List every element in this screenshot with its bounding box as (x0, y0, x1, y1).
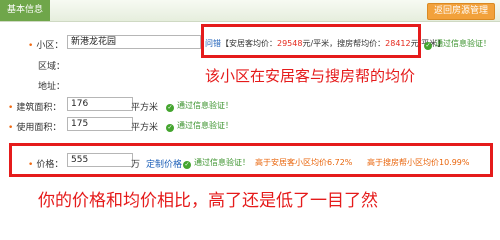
community-label: • 小区： (28, 41, 64, 51)
build-area-ok-message: ✓ 通过信息验证！ (166, 101, 233, 112)
basic-info-tab[interactable]: 基本信息 (0, 0, 51, 21)
avg-price-annotation: 该小区在安居客与搜房帮的均价 (205, 67, 416, 85)
required-dot-icon: • (8, 103, 14, 113)
build-area-input[interactable]: 176 (67, 97, 133, 111)
required-dot-icon: • (28, 41, 34, 51)
price-ok-message: ✓ 通过信息验证！ (183, 158, 250, 169)
price-label: • 价格： (28, 160, 64, 170)
soufang-compare-text: 高于搜房帮小区均价10.99% (367, 158, 470, 167)
back-to-listings-button[interactable]: 返回房源管理 (426, 3, 495, 20)
required-dot-icon: • (28, 160, 34, 170)
build-area-unit: 平方米 (131, 103, 159, 113)
community-ok-message: ✓ 通过信息验证！ (424, 39, 491, 50)
avg-price-highlight-box (201, 24, 421, 58)
use-area-label: • 使用面积： (8, 123, 62, 133)
price-input[interactable]: 555 (67, 153, 133, 167)
section-header: 基本信息 返回房源管理 (0, 0, 500, 22)
check-icon: ✓ (183, 161, 191, 169)
use-area-input[interactable]: 175 (67, 117, 133, 131)
custom-price-link[interactable]: 定制价格 (146, 157, 182, 170)
use-area-unit: 平方米 (131, 123, 159, 133)
required-dot-icon: • (8, 123, 14, 133)
district-label: 区域： (38, 62, 66, 72)
check-icon: ✓ (166, 124, 174, 132)
use-area-ok-message: ✓ 通过信息验证！ (166, 121, 233, 132)
community-input[interactable]: 新港龙花园 (67, 35, 201, 49)
price-unit: 万 (131, 160, 141, 170)
check-icon: ✓ (424, 42, 432, 50)
check-icon: ✓ (166, 104, 174, 112)
address-label: 地址： (38, 82, 66, 92)
build-area-label: • 建筑面积： (8, 103, 62, 113)
compare-annotation: 你的价格和均价相比，高了还是低了一目了然 (38, 191, 378, 211)
anjuke-compare-text: 高于安居客小区均价6.72% (255, 158, 353, 167)
